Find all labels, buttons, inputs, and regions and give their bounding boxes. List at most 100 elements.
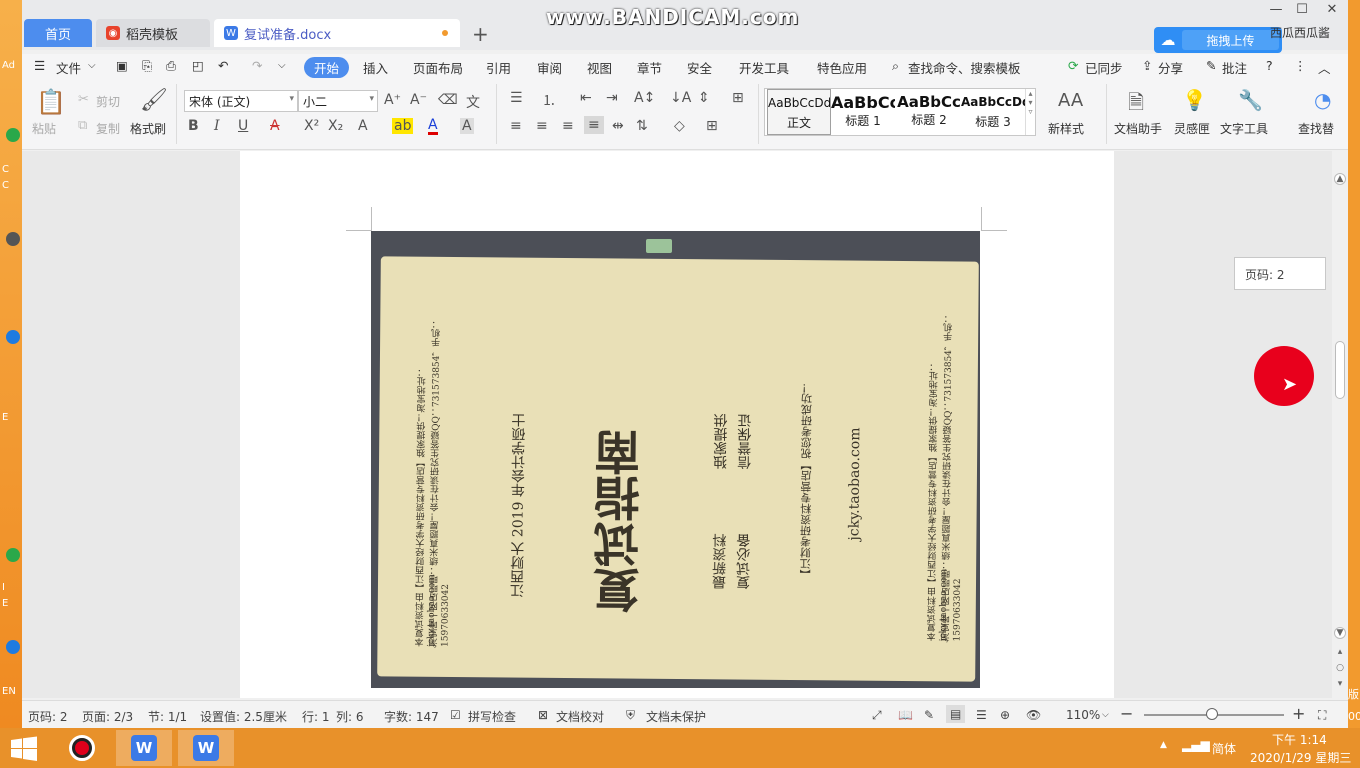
subscript-icon[interactable]: X₂ bbox=[328, 118, 343, 134]
print-preview-icon[interactable]: ◰ bbox=[192, 58, 204, 73]
status-row[interactable]: 行: 1 bbox=[302, 708, 330, 725]
italic-icon[interactable]: I bbox=[214, 118, 220, 134]
doc-helper-button[interactable]: 文档助手 bbox=[1114, 120, 1162, 137]
next-page-icon[interactable]: ▾ bbox=[1334, 679, 1346, 691]
scroll-thumb[interactable] bbox=[1335, 341, 1345, 399]
style-heading-3[interactable]: AaBbCcDd 标题 3 bbox=[961, 89, 1025, 135]
tray-expand-icon[interactable]: ▲ bbox=[1160, 740, 1167, 750]
menu-page-layout[interactable]: 页面布局 bbox=[413, 58, 463, 77]
font-family-select[interactable]: 宋体 (正文) ▾ bbox=[184, 90, 298, 112]
save-icon[interactable]: ▣ bbox=[116, 58, 128, 73]
comment-button[interactable]: 批注 bbox=[1222, 58, 1247, 77]
align-right-icon[interactable]: ≡ bbox=[562, 118, 574, 134]
document-canvas[interactable]: 本复试资料由【江西财经大学考研资料专营店】独家提供！淘宝地址：jcky.taob… bbox=[22, 151, 1332, 698]
scroll-up-icon[interactable]: ▲ bbox=[1334, 173, 1346, 185]
command-search[interactable]: 查找命令、搜索模板 bbox=[908, 58, 1021, 77]
underline-icon[interactable]: U bbox=[238, 118, 248, 134]
shading-icon[interactable]: ◇ bbox=[674, 118, 685, 134]
superscript-icon[interactable]: X² bbox=[304, 118, 319, 134]
document-page[interactable]: 本复试资料由【江西财经大学考研资料专营店】独家提供！淘宝地址：jcky.taob… bbox=[240, 151, 1114, 698]
share-button[interactable]: 分享 bbox=[1158, 58, 1183, 77]
maximize-icon[interactable]: ☐ bbox=[1292, 2, 1312, 17]
style-heading-2[interactable]: AaBbCc 标题 2 bbox=[897, 89, 961, 135]
justify-icon[interactable]: ≡ bbox=[584, 116, 604, 134]
menu-special-apps[interactable]: 特色应用 bbox=[817, 58, 867, 77]
desktop-app-icon[interactable] bbox=[6, 330, 20, 344]
close-icon[interactable]: ✕ bbox=[1322, 2, 1342, 17]
bandicam-taskbar-button[interactable] bbox=[54, 730, 110, 766]
network-icon[interactable]: ▂▄▆ bbox=[1182, 738, 1210, 752]
bullet-list-icon[interactable]: ☰ bbox=[510, 90, 523, 106]
desktop-app-icon[interactable] bbox=[6, 640, 20, 654]
search-icon[interactable]: ⌕ bbox=[892, 58, 899, 74]
desktop-app-icon[interactable] bbox=[6, 128, 20, 142]
shrink-font-icon[interactable]: A⁻ bbox=[410, 92, 427, 108]
more-icon[interactable]: ⋮ bbox=[1294, 58, 1307, 73]
new-tab-button[interactable]: + bbox=[472, 22, 489, 46]
align-left-icon[interactable]: ≡ bbox=[510, 118, 522, 134]
protect-status[interactable]: 文档未保护 bbox=[646, 708, 706, 725]
new-style-button[interactable]: 新样式 bbox=[1048, 120, 1084, 137]
copy-button[interactable]: 复制 bbox=[96, 120, 120, 137]
format-painter-button[interactable]: 格式刷 bbox=[130, 120, 166, 137]
text-tools-button[interactable]: 文字工具 bbox=[1220, 120, 1268, 137]
status-word-count[interactable]: 字数: 147 bbox=[384, 708, 439, 725]
web-view-icon[interactable]: ⊕ bbox=[1000, 708, 1010, 722]
status-col[interactable]: 列: 6 bbox=[336, 708, 364, 725]
menu-security[interactable]: 安全 bbox=[687, 58, 712, 77]
menu-review[interactable]: 审阅 bbox=[537, 58, 562, 77]
hamburger-icon[interactable]: ☰ bbox=[34, 58, 45, 73]
inspiration-button[interactable]: 灵感匣 bbox=[1174, 120, 1210, 137]
zoom-in-icon[interactable]: + bbox=[1292, 704, 1305, 723]
style-heading-1[interactable]: AaBbCc 标题 1 bbox=[831, 89, 895, 135]
distribute-icon[interactable]: ⇹ bbox=[612, 118, 624, 134]
wps-taskbar-button[interactable]: W bbox=[178, 730, 234, 766]
select-browse-icon[interactable]: ○ bbox=[1334, 663, 1346, 675]
decrease-indent-icon[interactable]: ⇤ bbox=[580, 90, 592, 106]
clock-time[interactable]: 下午 1:14 bbox=[1272, 731, 1327, 748]
text-direction-icon[interactable]: A↕ bbox=[634, 90, 655, 106]
status-setting[interactable]: 设置值: 2.5厘米 bbox=[200, 708, 287, 725]
paragraph-spacing-icon[interactable]: ⇅ bbox=[636, 118, 648, 134]
desktop-app-icon[interactable] bbox=[6, 232, 20, 246]
quick-access-chevron-icon[interactable]: ⌵ bbox=[278, 60, 286, 71]
style-normal[interactable]: AaBbCcDd 正文 bbox=[767, 89, 831, 135]
status-section[interactable]: 节: 1/1 bbox=[148, 708, 187, 725]
font-color-icon[interactable]: A bbox=[428, 118, 438, 135]
tab-home[interactable]: 首页 bbox=[24, 19, 92, 47]
outline-view-icon[interactable]: ☰ bbox=[976, 708, 987, 722]
chevron-down-icon[interactable]: ⌵ bbox=[1102, 710, 1109, 720]
status-pages[interactable]: 页面: 2/3 bbox=[82, 708, 133, 725]
borders-icon[interactable]: ⊞ bbox=[706, 118, 718, 134]
open-icon[interactable]: ⎘ bbox=[142, 58, 152, 74]
show-marks-icon[interactable]: ⊞ bbox=[732, 90, 744, 106]
menu-file[interactable]: 文件 bbox=[56, 58, 81, 77]
zoom-out-icon[interactable]: − bbox=[1120, 704, 1133, 723]
chevron-down-icon[interactable]: ⌵ bbox=[88, 60, 96, 71]
ime-indicator[interactable]: 简体 bbox=[1212, 740, 1236, 757]
highlight-icon[interactable]: ab bbox=[392, 118, 414, 134]
sort-icon[interactable]: ↓A bbox=[670, 90, 691, 106]
text-effect-icon[interactable]: A bbox=[358, 118, 368, 134]
prev-page-icon[interactable]: ▴ bbox=[1334, 647, 1346, 659]
tab-document[interactable]: W 复试准备.docx bbox=[214, 19, 460, 47]
find-replace-button[interactable]: 查找替 bbox=[1298, 120, 1334, 137]
read-mode-icon[interactable]: 📖 bbox=[898, 708, 913, 722]
eye-protect-icon[interactable]: 👁 bbox=[1026, 708, 1041, 722]
cut-button[interactable]: 剪切 bbox=[96, 93, 120, 110]
scroll-down-icon[interactable]: ▼ bbox=[1334, 627, 1346, 639]
write-mode-icon[interactable]: ✎ bbox=[924, 708, 934, 722]
page-view-icon[interactable]: ▤ bbox=[946, 705, 966, 723]
styles-scroll[interactable]: ▴ ▾ ▿ bbox=[1025, 89, 1035, 135]
grow-font-icon[interactable]: A⁺ bbox=[384, 92, 401, 108]
menu-insert[interactable]: 插入 bbox=[363, 58, 388, 77]
menu-view[interactable]: 视图 bbox=[587, 58, 612, 77]
zoom-slider-thumb[interactable] bbox=[1206, 708, 1218, 720]
menu-chapter[interactable]: 章节 bbox=[637, 58, 662, 77]
char-shading-icon[interactable]: A bbox=[460, 118, 474, 134]
spell-check-button[interactable]: 拼写检查 bbox=[468, 708, 516, 725]
cover-photo[interactable]: 本复试资料由【江西财经大学考研资料专营店】独家提供！淘宝地址：jcky.taob… bbox=[371, 231, 980, 688]
tab-template[interactable]: ◉ 稻壳模板 bbox=[96, 19, 210, 47]
line-spacing-icon[interactable]: ⇕ bbox=[698, 90, 710, 106]
increase-indent-icon[interactable]: ⇥ bbox=[606, 90, 618, 106]
